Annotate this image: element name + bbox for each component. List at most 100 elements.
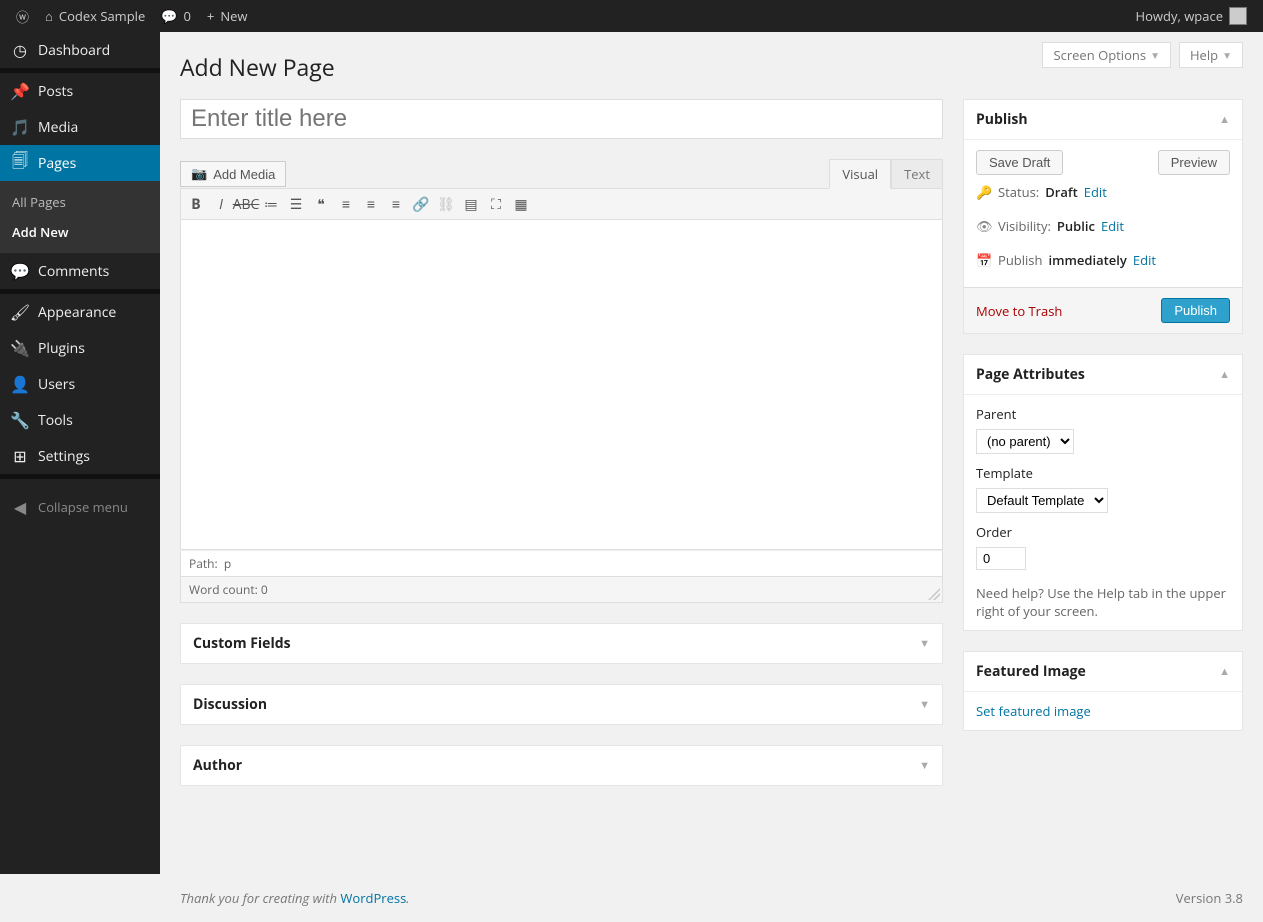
menu-users[interactable]: 👤Users	[0, 366, 160, 402]
wordpress-link[interactable]: WordPress	[340, 889, 406, 907]
comments-bubble[interactable]: 💬0	[153, 0, 199, 32]
menu-comments[interactable]: 💬Comments	[0, 253, 160, 289]
edit-schedule-link[interactable]: Edit	[1133, 251, 1156, 269]
discussion-toggle[interactable]: Discussion▼	[181, 685, 942, 724]
chevron-up-icon[interactable]: ▲	[1219, 664, 1230, 679]
plugin-icon: 🔌	[10, 338, 30, 358]
home-icon: ⌂	[45, 7, 53, 25]
chevron-down-icon: ▼	[919, 697, 930, 712]
word-count: Word count: 0	[180, 577, 943, 603]
order-label: Order	[976, 523, 1230, 541]
order-input[interactable]	[976, 547, 1026, 570]
version-label: Version 3.8	[1176, 889, 1243, 907]
parent-label: Parent	[976, 405, 1230, 423]
comments-icon: 💬	[10, 261, 30, 281]
italic-button[interactable]: I	[209, 192, 233, 216]
admin-toolbar: ⓦ ⌂Codex Sample 💬0 +New Howdy, wpace	[0, 0, 1263, 32]
bullet-list-button[interactable]: ≔	[259, 192, 283, 216]
publish-box: Publish▲ Save Draft Preview 🔑Status: Dra…	[963, 99, 1243, 334]
pushpin-icon: 📌	[10, 81, 30, 101]
page-attributes-box: Page Attributes▲ Parent (no parent) Temp…	[963, 354, 1243, 631]
help-text: Need help? Use the Help tab in the upper…	[976, 584, 1230, 620]
menu-plugins[interactable]: 🔌Plugins	[0, 330, 160, 366]
align-right-button[interactable]: ≡	[384, 192, 408, 216]
template-label: Template	[976, 464, 1230, 482]
bold-button[interactable]: B	[184, 192, 208, 216]
menu-pages[interactable]: 🗐Pages	[0, 145, 160, 181]
unlink-button[interactable]: ⛓	[434, 192, 458, 216]
fullscreen-button[interactable]: ⛶	[484, 192, 508, 216]
chevron-down-icon: ▼	[919, 758, 930, 773]
brush-icon: 🖌	[10, 302, 30, 322]
pages-submenu: All Pages Add New	[0, 181, 160, 253]
avatar	[1229, 7, 1247, 25]
menu-settings[interactable]: ⊞Settings	[0, 438, 160, 474]
key-icon: 🔑	[976, 183, 992, 201]
calendar-icon: 📅	[976, 251, 992, 269]
chevron-down-icon: ▼	[919, 636, 930, 651]
publish-heading: Publish	[976, 110, 1219, 129]
add-media-button[interactable]: 📷Add Media	[180, 161, 286, 187]
post-title-input[interactable]	[180, 99, 943, 139]
menu-media[interactable]: 🎵Media	[0, 109, 160, 145]
wp-logo[interactable]: ⓦ	[8, 0, 37, 32]
kitchen-sink-button[interactable]: ▦	[509, 192, 533, 216]
chevron-up-icon[interactable]: ▲	[1219, 367, 1230, 382]
featured-image-heading: Featured Image	[976, 662, 1219, 681]
link-button[interactable]: 🔗	[409, 192, 433, 216]
site-name[interactable]: ⌂Codex Sample	[37, 0, 153, 32]
discussion-box: Discussion▼	[180, 684, 943, 725]
edit-status-link[interactable]: Edit	[1084, 183, 1107, 201]
align-center-button[interactable]: ≡	[359, 192, 383, 216]
publish-button[interactable]: Publish	[1161, 298, 1230, 323]
chevron-down-icon: ▼	[1150, 48, 1160, 62]
content-editor[interactable]	[180, 220, 943, 550]
author-toggle[interactable]: Author▼	[181, 746, 942, 785]
collapse-menu[interactable]: ◀Collapse menu	[0, 489, 160, 525]
preview-button[interactable]: Preview	[1158, 150, 1230, 175]
camera-icon: 📷	[191, 166, 207, 182]
eye-icon: 👁	[976, 217, 992, 235]
menu-dashboard[interactable]: ◷Dashboard	[0, 32, 160, 68]
menu-posts[interactable]: 📌Posts	[0, 73, 160, 109]
plus-icon: +	[207, 7, 214, 25]
dashboard-icon: ◷	[10, 40, 30, 60]
align-left-button[interactable]: ≡	[334, 192, 358, 216]
move-to-trash-link[interactable]: Move to Trash	[976, 302, 1062, 320]
submenu-all-pages[interactable]: All Pages	[0, 187, 160, 217]
submenu-add-new[interactable]: Add New	[0, 217, 160, 247]
comment-icon: 💬	[161, 7, 177, 25]
my-account[interactable]: Howdy, wpace	[1128, 0, 1255, 32]
tab-visual[interactable]: Visual	[829, 159, 891, 189]
strikethrough-button[interactable]: ABC	[234, 192, 258, 216]
editor-toolbar: B I ABC ≔ ☰ ❝ ≡ ≡ ≡ 🔗 ⛓ ▤ ⛶ ▦	[180, 188, 943, 220]
users-icon: 👤	[10, 374, 30, 394]
edit-visibility-link[interactable]: Edit	[1101, 217, 1124, 235]
tab-text[interactable]: Text	[891, 159, 943, 189]
parent-select[interactable]: (no parent)	[976, 429, 1074, 454]
admin-sidebar: ◷Dashboard 📌Posts 🎵Media 🗐Pages All Page…	[0, 32, 160, 874]
author-box: Author▼	[180, 745, 943, 786]
tools-icon: 🔧	[10, 410, 30, 430]
custom-fields-box: Custom Fields▼	[180, 623, 943, 664]
screen-options-button[interactable]: Screen Options▼	[1042, 42, 1171, 68]
chevron-down-icon: ▼	[1222, 48, 1232, 62]
custom-fields-toggle[interactable]: Custom Fields▼	[181, 624, 942, 663]
media-icon: 🎵	[10, 117, 30, 137]
wordpress-icon: ⓦ	[16, 7, 29, 26]
menu-appearance[interactable]: 🖌Appearance	[0, 294, 160, 330]
new-content[interactable]: +New	[199, 0, 256, 32]
collapse-icon: ◀	[10, 497, 30, 517]
set-featured-image-link[interactable]: Set featured image	[976, 702, 1091, 720]
numbered-list-button[interactable]: ☰	[284, 192, 308, 216]
save-draft-button[interactable]: Save Draft	[976, 150, 1063, 175]
menu-tools[interactable]: 🔧Tools	[0, 402, 160, 438]
featured-image-box: Featured Image▲ Set featured image	[963, 651, 1243, 731]
help-button[interactable]: Help▼	[1179, 42, 1243, 68]
editor-path: Path: p	[180, 550, 943, 577]
page-icon: 🗐	[10, 153, 30, 173]
blockquote-button[interactable]: ❝	[309, 192, 333, 216]
template-select[interactable]: Default Template	[976, 488, 1108, 513]
insert-more-button[interactable]: ▤	[459, 192, 483, 216]
chevron-up-icon[interactable]: ▲	[1219, 112, 1230, 127]
